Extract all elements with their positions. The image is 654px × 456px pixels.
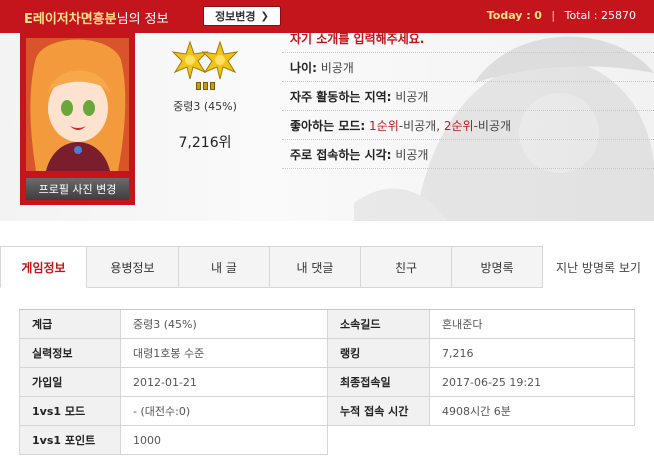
age-row: 나이: 비공개 <box>282 53 654 82</box>
change-photo-button[interactable]: 프로필 사진 변경 <box>26 178 129 200</box>
self-intro: 자기 소개를 입력해주세요. <box>282 24 654 53</box>
time-row: 주로 접속하는 시각: 비공개 <box>282 140 654 169</box>
region-label: 자주 활동하는 지역: <box>290 89 392 104</box>
total-value: 25870 <box>601 9 636 22</box>
table-row: 계급 중령3 (45%) 소속길드 혼내준다 <box>19 310 635 339</box>
total-label: Total : <box>564 9 598 22</box>
region-value: 비공개 <box>395 89 429 104</box>
table-value: 7,216 <box>430 339 635 368</box>
table-value: 4908시간 6분 <box>430 397 635 426</box>
table-key: 1vs1 모드 <box>19 397 121 426</box>
past-guestbook-link[interactable]: 지난 방명록 보기 <box>543 246 654 288</box>
table-row: 가입일 2012-01-21 최종접속일 2017-06-25 19:21 <box>19 368 635 397</box>
time-value: 비공개 <box>395 147 429 162</box>
edit-info-button[interactable]: 정보변경 ❯ <box>203 6 281 26</box>
table-value: 2017-06-25 19:21 <box>430 368 635 397</box>
mode-label: 좋아하는 모드: <box>290 118 366 133</box>
nickname-suffix: 님의 정보 <box>116 12 169 27</box>
chevron-right-icon: ❯ <box>260 10 269 22</box>
mode-row: 좋아하는 모드: 1순위 -비공개, 2순위 -비공개 <box>282 111 654 140</box>
mode-first: 1순위 <box>369 118 399 133</box>
table-key: 실력정보 <box>19 339 121 368</box>
tab-my-posts[interactable]: 내 글 <box>179 246 270 288</box>
time-label: 주로 접속하는 시각: <box>290 147 392 162</box>
table-row: 1vs1 포인트 1000 <box>19 426 635 455</box>
table-key: 소속길드 <box>328 310 430 339</box>
today-value: 0 <box>534 9 542 22</box>
table-key: 최종접속일 <box>328 368 430 397</box>
table-row: 1vs1 모드 - (대전수:0) 누적 접속 시간 4908시간 6분 <box>19 397 635 426</box>
table-value: 혼내준다 <box>430 310 635 339</box>
mode-second: 2순위 <box>443 118 474 133</box>
table-value: 2012-01-21 <box>121 368 328 397</box>
table-value: - (대전수:0) <box>121 397 328 426</box>
mode-first-value: -비공개, <box>398 118 441 133</box>
rank-block: 중령3 (45%) 7,216위 <box>150 38 260 152</box>
region-row: 자주 활동하는 지역: 비공개 <box>282 82 654 111</box>
grade-text: 중령3 (45%) <box>173 100 237 113</box>
rank-number: 7,216위 <box>178 135 232 151</box>
table-value: 대령1호봉 수준 <box>121 339 328 368</box>
tab-friends[interactable]: 친구 <box>361 246 452 288</box>
today-label: Today : <box>486 9 531 22</box>
table-row: 실력정보 대령1호봉 수준 랭킹 7,216 <box>19 339 635 368</box>
age-value: 비공개 <box>320 60 354 75</box>
user-heading: E레이저차면흥분님의 정보 <box>24 8 169 27</box>
mode-second-value: -비공개 <box>473 118 512 133</box>
tab-mercenary-info[interactable]: 용병정보 <box>87 246 179 288</box>
table-key: 랭킹 <box>328 339 430 368</box>
table-key: 가입일 <box>19 368 121 397</box>
tab-guestbook[interactable]: 방명록 <box>452 246 543 288</box>
profile-tabs: 게임정보 용병정보 내 글 내 댓글 친구 방명록 지난 방명록 보기 <box>0 246 654 288</box>
table-value: 1000 <box>121 426 328 455</box>
profile-character-image <box>26 38 129 171</box>
table-key: 계급 <box>19 310 121 339</box>
nickname: E레이저차면흥분 <box>24 12 117 27</box>
medal-icon <box>150 38 260 84</box>
game-info-table: 계급 중령3 (45%) 소속길드 혼내준다 실력정보 대령1호봉 수준 랭킹 … <box>19 309 635 455</box>
edit-info-label: 정보변경 <box>215 10 256 23</box>
counter-divider: | <box>551 9 556 22</box>
profile-info-list: 자기 소개를 입력해주세요. 나이: 비공개 자주 활동하는 지역: 비공개 좋… <box>282 24 654 169</box>
visit-counter: Today : 0 | Total : 25870 <box>487 9 636 22</box>
table-value: 중령3 (45%) <box>121 310 328 339</box>
age-label: 나이: <box>290 60 317 75</box>
table-key: 1vs1 포인트 <box>19 426 121 455</box>
profile-photo-frame: 프로필 사진 변경 <box>20 32 135 205</box>
tab-game-info[interactable]: 게임정보 <box>0 246 87 288</box>
table-key: 누적 접속 시간 <box>328 397 430 426</box>
tab-my-comments[interactable]: 내 댓글 <box>270 246 361 288</box>
